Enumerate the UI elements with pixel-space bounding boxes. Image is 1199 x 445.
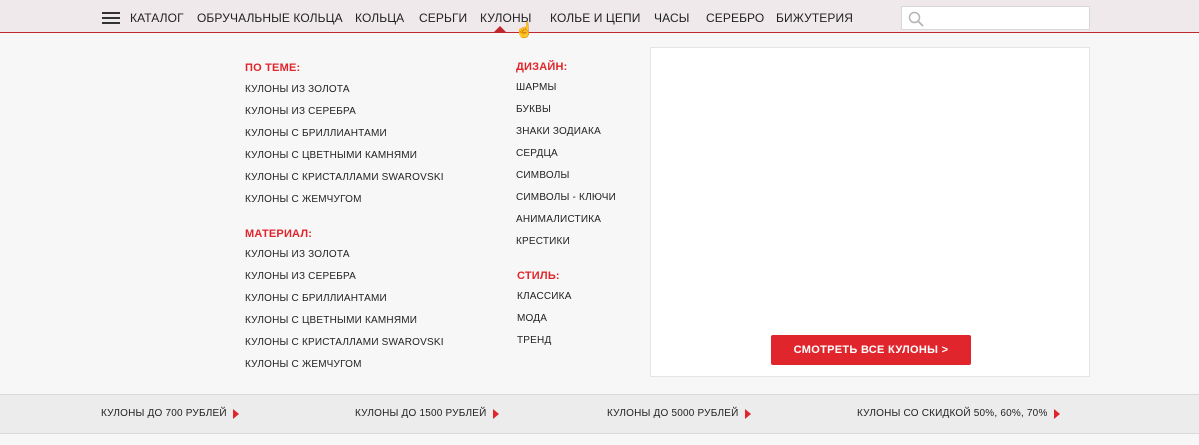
view-all-pendants-button[interactable]: СМОТРЕТЬ ВСЕ КУЛОНЫ > xyxy=(771,335,971,365)
price-link-label: КУЛОНЫ СО СКИДКОЙ 50%, 60%, 70% xyxy=(857,408,1048,419)
design-link[interactable]: ЗНАКИ ЗОДИАКА xyxy=(516,126,601,137)
nav-catalog[interactable]: КАТАЛОГ xyxy=(130,11,184,25)
promo-panel xyxy=(650,47,1090,377)
price-link-1500[interactable]: КУЛОНЫ ДО 1500 РУБЛЕЙ xyxy=(355,408,499,419)
theme-link[interactable]: КУЛОНЫ ИЗ ЗОЛОТА xyxy=(245,84,350,95)
price-link-label: КУЛОНЫ ДО 1500 РУБЛЕЙ xyxy=(355,408,487,419)
nav-item-watches[interactable]: ЧАСЫ xyxy=(654,11,689,25)
nav-item-bijouterie[interactable]: БИЖУТЕРИЯ xyxy=(776,11,853,25)
arrow-right-icon xyxy=(1053,408,1060,419)
nav-item-wedding-rings[interactable]: ОБРУЧАЛЬНЫЕ КОЛЬЦА xyxy=(197,11,343,25)
theme-link[interactable]: КУЛОНЫ С ЖЕМЧУГОМ xyxy=(245,194,362,205)
theme-link[interactable]: КУЛОНЫ С ЦВЕТНЫМИ КАМНЯМИ xyxy=(245,150,417,161)
material-link[interactable]: КУЛОНЫ С ЖЕМЧУГОМ xyxy=(245,359,362,370)
arrow-right-icon xyxy=(744,408,751,419)
active-indicator xyxy=(494,26,506,32)
design-link[interactable]: АНИМАЛИСТИКА xyxy=(516,214,601,225)
design-link[interactable]: СИМВОЛЫ xyxy=(516,170,570,181)
menu-icon[interactable] xyxy=(102,12,120,24)
material-link[interactable]: КУЛОНЫ С ЦВЕТНЫМИ КАМНЯМИ xyxy=(245,315,417,326)
section-title-theme: ПО ТЕМЕ: xyxy=(245,62,301,74)
style-link[interactable]: ТРЕНД xyxy=(517,335,551,346)
section-title-material: МАТЕРИАЛ: xyxy=(245,228,313,240)
material-link[interactable]: КУЛОНЫ ИЗ ЗОЛОТА xyxy=(245,249,350,260)
arrow-right-icon xyxy=(492,408,499,419)
nav-item-rings[interactable]: КОЛЬЦА xyxy=(355,11,404,25)
section-title-design: ДИЗАЙН: xyxy=(516,61,568,73)
price-link-label: КУЛОНЫ ДО 5000 РУБЛЕЙ xyxy=(607,408,739,419)
theme-link[interactable]: КУЛОНЫ С БРИЛЛИАНТАМИ xyxy=(245,128,387,139)
material-link[interactable]: КУЛОНЫ С БРИЛЛИАНТАМИ xyxy=(245,293,387,304)
search-icon[interactable] xyxy=(908,11,924,27)
section-title-style: СТИЛЬ: xyxy=(517,270,560,282)
design-link[interactable]: КРЕСТИКИ xyxy=(516,236,570,247)
theme-link[interactable]: КУЛОНЫ ИЗ СЕРЕБРА xyxy=(245,106,356,117)
search-box[interactable] xyxy=(901,6,1090,30)
arrow-right-icon xyxy=(232,408,239,419)
price-filter-strip: КУЛОНЫ ДО 700 РУБЛЕЙ КУЛОНЫ ДО 1500 РУБЛ… xyxy=(0,394,1199,434)
design-link[interactable]: СЕРДЦА xyxy=(516,148,558,159)
hand-cursor-icon: ☝ xyxy=(515,22,534,39)
theme-link[interactable]: КУЛОНЫ С КРИСТАЛЛАМИ SWAROVSKI xyxy=(245,172,444,183)
design-link[interactable]: БУКВЫ xyxy=(516,104,551,115)
style-link[interactable]: МОДА xyxy=(517,313,547,324)
search-input[interactable] xyxy=(928,9,1086,27)
discount-link[interactable]: КУЛОНЫ СО СКИДКОЙ 50%, 60%, 70% xyxy=(857,408,1060,419)
nav-item-silver[interactable]: СЕРЕБРО xyxy=(706,11,764,25)
material-link[interactable]: КУЛОНЫ ИЗ СЕРЕБРА xyxy=(245,271,356,282)
price-link-5000[interactable]: КУЛОНЫ ДО 5000 РУБЛЕЙ xyxy=(607,408,751,419)
style-link[interactable]: КЛАССИКА xyxy=(517,291,572,302)
design-link[interactable]: ШАРМЫ xyxy=(516,82,557,93)
top-navigation: КАТАЛОГ ОБРУЧАЛЬНЫЕ КОЛЬЦА КОЛЬЦА СЕРЬГИ… xyxy=(0,0,1199,33)
design-link[interactable]: СИМВОЛЫ - КЛЮЧИ xyxy=(516,192,616,203)
nav-item-earrings[interactable]: СЕРЬГИ xyxy=(419,11,467,25)
price-link-700[interactable]: КУЛОНЫ ДО 700 РУБЛЕЙ xyxy=(101,408,239,419)
material-link[interactable]: КУЛОНЫ С КРИСТАЛЛАМИ SWAROVSKI xyxy=(245,337,444,348)
nav-item-necklaces[interactable]: КОЛЬЕ И ЦЕПИ xyxy=(550,11,640,25)
price-link-label: КУЛОНЫ ДО 700 РУБЛЕЙ xyxy=(101,408,227,419)
